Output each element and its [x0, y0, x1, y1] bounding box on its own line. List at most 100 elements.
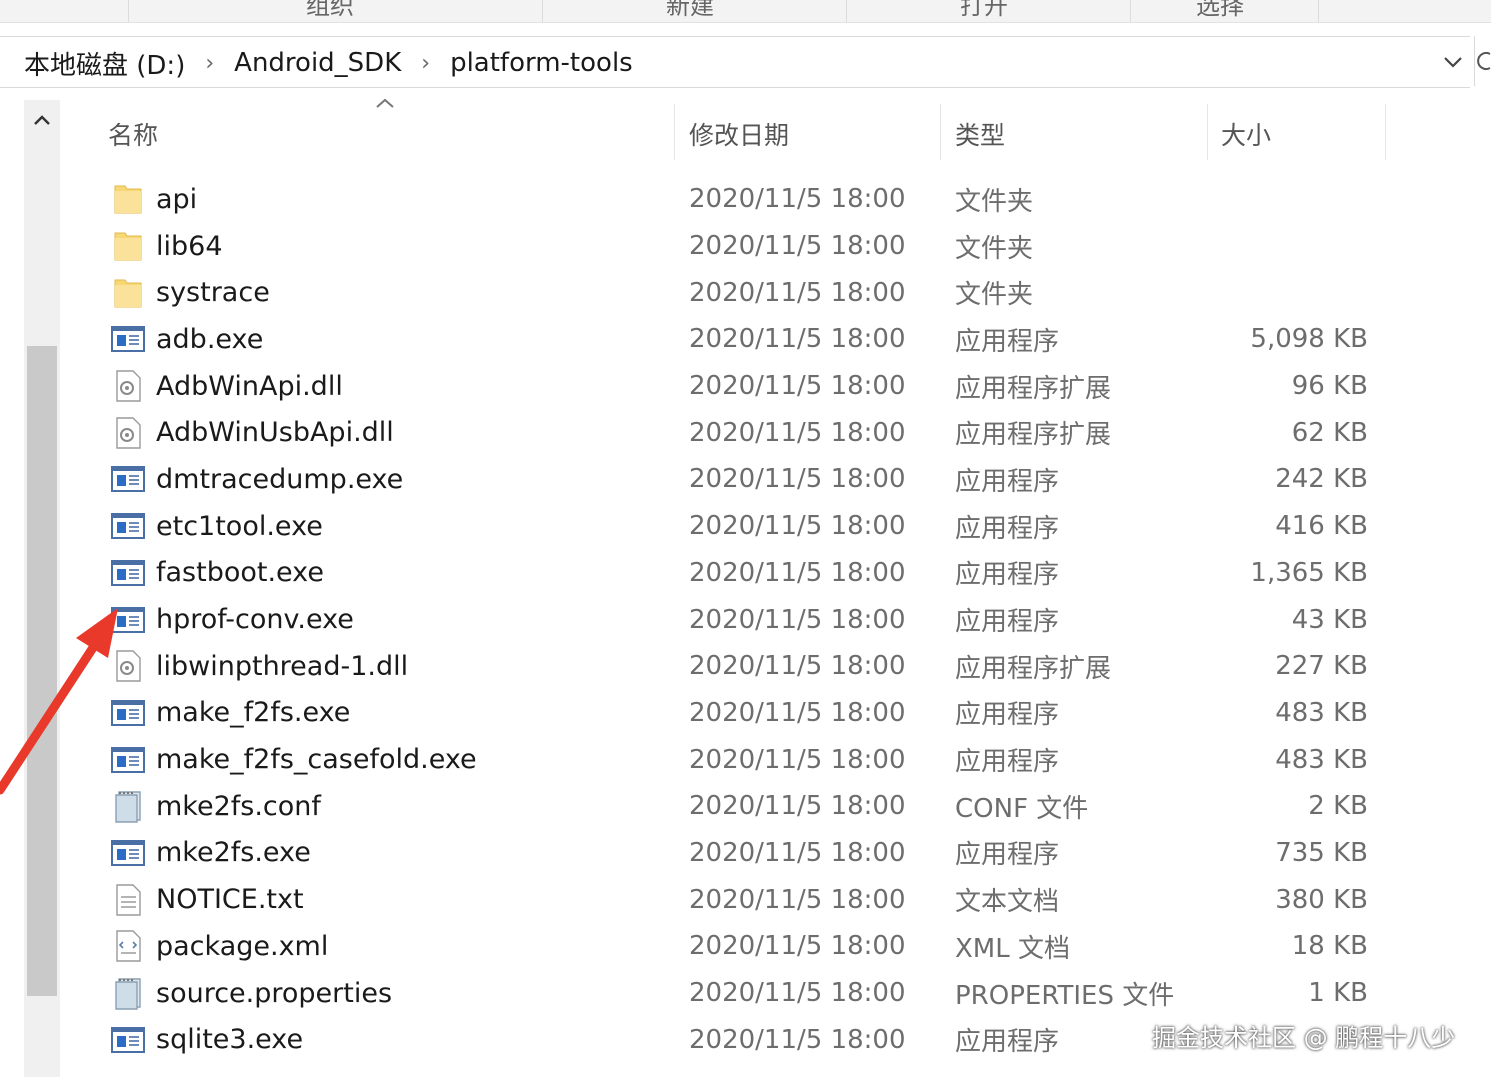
table-row[interactable]: mke2fs.exe 2020/11/5 18:00 应用程序 735 KB: [0, 830, 1491, 877]
file-name: fastboot.exe: [156, 557, 324, 589]
file-name: hprof-conv.exe: [156, 604, 354, 636]
column-divider[interactable]: [940, 104, 941, 160]
file-type: 应用程序: [955, 747, 1060, 778]
xml-icon: [108, 923, 148, 970]
file-size: 5,098 KB: [1250, 324, 1368, 355]
file-type: 应用程序: [955, 326, 1060, 357]
file-type: 文件夹: [955, 233, 1034, 264]
table-row[interactable]: make_f2fs_casefold.exe 2020/11/5 18:00 应用程…: [0, 736, 1491, 783]
table-row[interactable]: systrace 2020/11/5 18:00 文件夹: [0, 269, 1491, 316]
column-header-size[interactable]: 大小: [1221, 110, 1271, 158]
file-type: 应用程序扩展: [955, 653, 1112, 684]
ribbon-group-select[interactable]: 选择: [1196, 0, 1244, 21]
file-type: 应用程序: [955, 840, 1060, 871]
file-size: 18 KB: [1291, 931, 1368, 962]
file-modified-date: 2020/11/5 18:00: [689, 464, 906, 495]
file-type: 文本文档: [955, 887, 1060, 918]
file-name: mke2fs.conf: [156, 790, 321, 822]
table-row[interactable]: lib64 2020/11/5 18:00 文件夹: [0, 223, 1491, 270]
file-size: 483 KB: [1275, 744, 1368, 775]
column-divider[interactable]: [674, 104, 675, 160]
file-size: 96 KB: [1291, 371, 1368, 402]
exe-icon: [108, 550, 148, 597]
table-row[interactable]: adb.exe 2020/11/5 18:00 应用程序 5,098 KB: [0, 316, 1491, 363]
column-divider[interactable]: [1385, 104, 1386, 160]
file-modified-date: 2020/11/5 18:00: [689, 651, 906, 682]
chevron-right-icon[interactable]: ›: [205, 51, 214, 76]
conf-icon: [108, 970, 148, 1017]
ribbon-group-organize[interactable]: 组织: [306, 0, 354, 21]
file-size: 227 KB: [1275, 651, 1368, 682]
address-bar[interactable]: 本地磁盘 (D:) › Android_SDK › platform-tools: [0, 36, 1470, 88]
column-header-name[interactable]: 名称: [108, 110, 158, 158]
chevron-right-icon[interactable]: ›: [421, 51, 430, 76]
dll-icon: [108, 363, 148, 410]
column-divider[interactable]: [1207, 104, 1208, 160]
file-type: PROPERTIES 文件: [955, 980, 1175, 1011]
table-row[interactable]: dmtracedump.exe 2020/11/5 18:00 应用程序 242 KB: [0, 456, 1491, 503]
file-name: adb.exe: [156, 323, 264, 355]
file-name: sqlite3.exe: [156, 1024, 304, 1056]
file-modified-date: 2020/11/5 18:00: [689, 511, 906, 542]
table-row[interactable]: api 2020/11/5 18:00 文件夹: [0, 176, 1491, 223]
file-name: systrace: [156, 277, 270, 309]
file-modified-date: 2020/11/5 18:00: [689, 791, 906, 822]
table-row[interactable]: hprof-conv.exe 2020/11/5 18:00 应用程序 43 KB: [0, 596, 1491, 643]
file-size: 1 KB: [1308, 978, 1368, 1009]
ribbon-group-open[interactable]: 打开: [960, 0, 1008, 21]
table-row[interactable]: fastboot.exe 2020/11/5 18:00 应用程序 1,365 KB: [0, 550, 1491, 597]
breadcrumb-platform-tools[interactable]: platform-tools: [450, 48, 633, 78]
breadcrumb-drive[interactable]: 本地磁盘 (D:): [24, 45, 185, 82]
file-modified-date: 2020/11/5 18:00: [689, 744, 906, 775]
file-modified-date: 2020/11/5 18:00: [689, 277, 906, 308]
file-name: NOTICE.txt: [156, 884, 304, 916]
file-type: CONF 文件: [955, 793, 1089, 824]
file-list: api 2020/11/5 18:00 文件夹 lib64 2020/11/5 18:0…: [0, 176, 1491, 1063]
breadcrumb-android-sdk[interactable]: Android_SDK: [234, 48, 401, 78]
chevron-down-icon[interactable]: [1440, 49, 1466, 75]
scroll-up-icon[interactable]: [32, 110, 52, 130]
file-modified-date: 2020/11/5 18:00: [689, 324, 906, 355]
file-type: 应用程序扩展: [955, 373, 1112, 404]
file-type: 应用程序: [955, 607, 1060, 638]
table-row[interactable]: mke2fs.conf 2020/11/5 18:00 CONF 文件 2 KB: [0, 783, 1491, 830]
table-row[interactable]: package.xml 2020/11/5 18:00 XML 文档 18 KB: [0, 923, 1491, 970]
file-type: 文件夹: [955, 186, 1034, 217]
breadcrumb: 本地磁盘 (D:) › Android_SDK › platform-tools: [24, 43, 633, 83]
refresh-button[interactable]: [1474, 36, 1491, 86]
file-type: XML 文档: [955, 933, 1070, 964]
file-size: 2 KB: [1308, 791, 1368, 822]
table-row[interactable]: NOTICE.txt 2020/11/5 18:00 文本文档 380 KB: [0, 876, 1491, 923]
folder-icon: [108, 176, 148, 223]
file-modified-date: 2020/11/5 18:00: [689, 697, 906, 728]
folder-icon: [108, 223, 148, 270]
ribbon-separator: [846, 0, 847, 22]
file-size: [1210, 269, 1368, 316]
table-row[interactable]: source.properties 2020/11/5 18:00 PROPERTI…: [0, 970, 1491, 1017]
file-name: source.properties: [156, 977, 393, 1009]
column-header-type[interactable]: 类型: [955, 110, 1005, 158]
file-name: package.xml: [156, 930, 329, 962]
column-header-date[interactable]: 修改日期: [689, 110, 789, 158]
ribbon-group-new[interactable]: 新建: [666, 0, 714, 21]
table-row[interactable]: AdbWinUsbApi.dll 2020/11/5 18:00 应用程序扩展 62 …: [0, 409, 1491, 456]
txt-icon: [108, 876, 148, 923]
file-modified-date: 2020/11/5 18:00: [689, 884, 906, 915]
file-name: make_f2fs_casefold.exe: [156, 744, 477, 776]
file-modified-date: 2020/11/5 18:00: [689, 1024, 906, 1055]
exe-icon: [108, 316, 148, 363]
file-size: 416 KB: [1275, 511, 1368, 542]
table-row[interactable]: make_f2fs.exe 2020/11/5 18:00 应用程序 483 KB: [0, 690, 1491, 737]
file-name: libwinpthread-1.dll: [156, 650, 409, 682]
file-modified-date: 2020/11/5 18:00: [689, 417, 906, 448]
table-row[interactable]: etc1tool.exe 2020/11/5 18:00 应用程序 416 KB: [0, 503, 1491, 550]
file-modified-date: 2020/11/5 18:00: [689, 184, 906, 215]
file-name: AdbWinUsbApi.dll: [156, 417, 394, 449]
file-type: 应用程序: [955, 466, 1060, 497]
ribbon: 组织 新建 打开 选择: [0, 0, 1491, 23]
file-modified-date: 2020/11/5 18:00: [689, 837, 906, 868]
file-size: 380 KB: [1275, 884, 1368, 915]
table-row[interactable]: AdbWinApi.dll 2020/11/5 18:00 应用程序扩展 96 KB: [0, 363, 1491, 410]
file-type: 应用程序: [955, 1027, 1060, 1058]
table-row[interactable]: libwinpthread-1.dll 2020/11/5 18:00 应用程序扩展…: [0, 643, 1491, 690]
